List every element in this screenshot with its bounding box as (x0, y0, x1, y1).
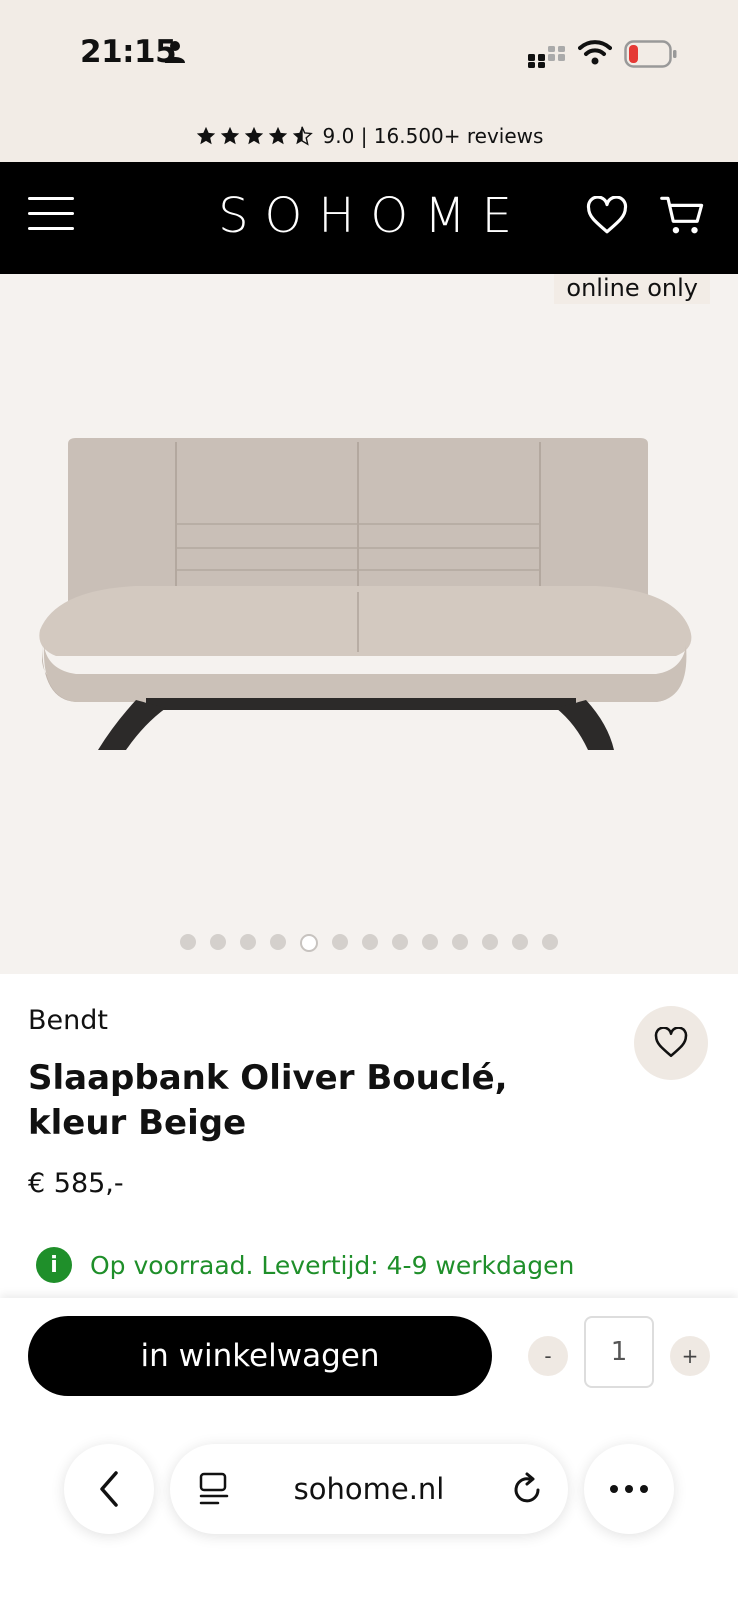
ellipsis-icon (610, 1485, 648, 1493)
status-time: 21:15 (80, 34, 177, 70)
review-score-text[interactable]: 9.0 | 16.500+ reviews (323, 124, 544, 148)
product-info: Bendt Slaapbank Oliver Bouclé, kleur Bei… (28, 1005, 708, 1199)
gallery-dot[interactable] (300, 934, 318, 952)
gallery-dot[interactable] (270, 934, 286, 950)
star-icon (196, 126, 215, 145)
wishlist-heart-icon[interactable] (586, 196, 628, 236)
top-navigation: SOHOME (0, 162, 738, 274)
status-bar: 21:15 (0, 0, 738, 110)
gallery-dot[interactable] (452, 934, 468, 950)
gallery-dot[interactable] (392, 934, 408, 950)
gallery-dot[interactable] (362, 934, 378, 950)
browser-toolbar: sohome.nl (0, 1430, 738, 1560)
gallery-dot[interactable] (240, 934, 256, 950)
more-options-button[interactable] (584, 1444, 674, 1534)
online-only-badge: online only (554, 274, 710, 304)
product-price: € 585,- (28, 1168, 124, 1199)
add-to-cart-button[interactable]: in winkelwagen (28, 1316, 492, 1396)
url-text[interactable]: sohome.nl (294, 1472, 445, 1506)
product-image-gallery[interactable]: online only (0, 274, 738, 974)
gallery-dot[interactable] (422, 934, 438, 950)
product-brand[interactable]: Bendt (28, 1005, 708, 1036)
person-icon (165, 41, 185, 63)
gallery-dot[interactable] (210, 934, 226, 950)
gallery-pagination (0, 934, 738, 952)
address-bar[interactable]: sohome.nl (170, 1444, 568, 1534)
gallery-dot[interactable] (482, 934, 498, 950)
star-icon (268, 126, 287, 145)
quantity-input[interactable] (584, 1316, 654, 1388)
reader-mode-icon[interactable] (198, 1472, 230, 1506)
product-title: Slaapbank Oliver Bouclé, kleur Beige (28, 1058, 508, 1143)
browser-back-button[interactable] (64, 1444, 154, 1534)
stock-status: i Op voorraad. Levertijd: 4-9 werkdagen (36, 1247, 574, 1283)
gallery-dot[interactable] (180, 934, 196, 950)
chevron-left-icon (100, 1471, 118, 1507)
rating-stars (195, 125, 313, 147)
quantity-decrease-button[interactable]: - (528, 1336, 568, 1376)
review-bar: 9.0 | 16.500+ reviews (0, 110, 738, 162)
gallery-dot[interactable] (332, 934, 348, 950)
star-icon (220, 126, 239, 145)
stock-status-text: Op voorraad. Levertijd: 4-9 werkdagen (90, 1250, 575, 1280)
add-to-wishlist-button[interactable] (634, 1006, 708, 1080)
product-image-sofa[interactable] (36, 434, 702, 764)
battery-icon (624, 40, 677, 68)
quantity-increase-button[interactable]: + (670, 1336, 710, 1376)
gallery-dot[interactable] (542, 934, 558, 950)
gallery-dot[interactable] (512, 934, 528, 950)
half-star-icon (292, 126, 313, 146)
info-icon: i (36, 1247, 72, 1283)
signal-icon (528, 46, 565, 68)
star-icon (244, 126, 263, 145)
heart-icon (654, 1027, 688, 1058)
cart-icon[interactable] (660, 194, 706, 238)
wifi-icon (578, 40, 612, 65)
reload-icon[interactable] (512, 1472, 544, 1506)
